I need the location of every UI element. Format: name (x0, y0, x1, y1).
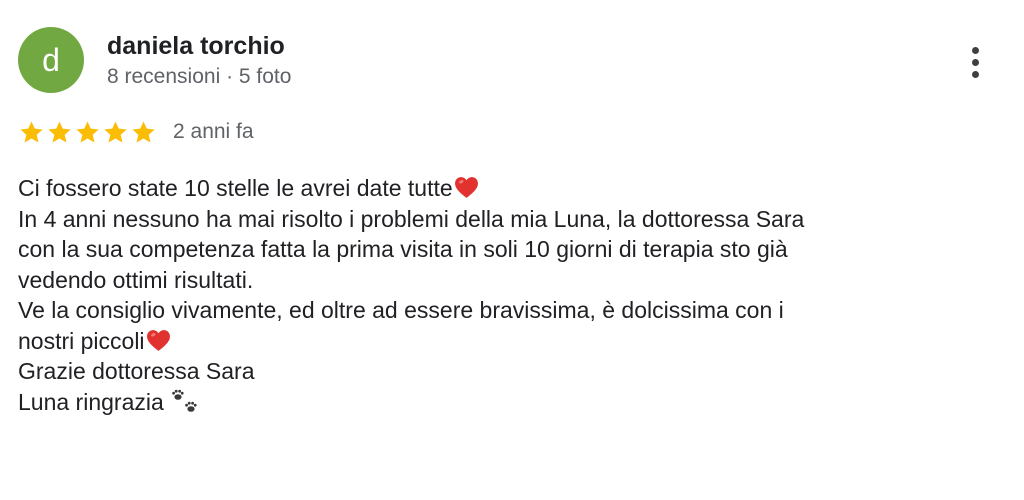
star-icon (76, 120, 99, 143)
more-vert-icon-dot (971, 70, 979, 78)
star-icon (104, 120, 127, 143)
red-heart-icon (454, 177, 478, 198)
review-line-text: Luna ringrazia (18, 388, 164, 415)
review-line-text: Ci fossero state 10 stelle le avrei date… (18, 175, 453, 201)
avatar[interactable]: d (18, 27, 84, 93)
rating-row: 2 anni fa (18, 116, 254, 148)
review-line: con la sua competenza fatta la prima vis… (18, 236, 788, 262)
star-icon (20, 120, 43, 143)
review-card: d daniela torchio 8 recensioni · 5 foto … (0, 0, 1024, 500)
review-line: Grazie dottoressa Sara (18, 358, 255, 384)
star-icon (132, 120, 155, 143)
more-options-button[interactable] (955, 40, 995, 84)
review-line-text: nostri piccoli (18, 327, 145, 354)
review-line: Ve la consiglio vivamente, ed oltre ad e… (18, 297, 784, 323)
red-heart-icon (146, 329, 170, 351)
star-rating (18, 119, 157, 146)
review-line: nostri piccoli (18, 326, 1008, 357)
more-vert-icon (971, 46, 979, 54)
review-age: 2 anni fa (173, 120, 254, 143)
review-line: In 4 anni nessuno ha mai risolto i probl… (18, 205, 805, 232)
review-line: vedendo ottimi risultati. (18, 266, 254, 293)
more-vert-icon-dot (971, 58, 979, 66)
review-text: Ci fossero state 10 stelle le avrei date… (18, 173, 1008, 417)
avatar-initial: d (42, 42, 60, 78)
review-line: Luna ringrazia (18, 387, 1008, 418)
paw-prints-icon (171, 389, 197, 412)
review-line: Ci fossero state 10 stelle le avrei date… (18, 173, 1008, 204)
star-icon (48, 120, 71, 143)
author-name[interactable]: daniela torchio (107, 31, 285, 61)
author-meta: 8 recensioni · 5 foto (107, 65, 292, 88)
